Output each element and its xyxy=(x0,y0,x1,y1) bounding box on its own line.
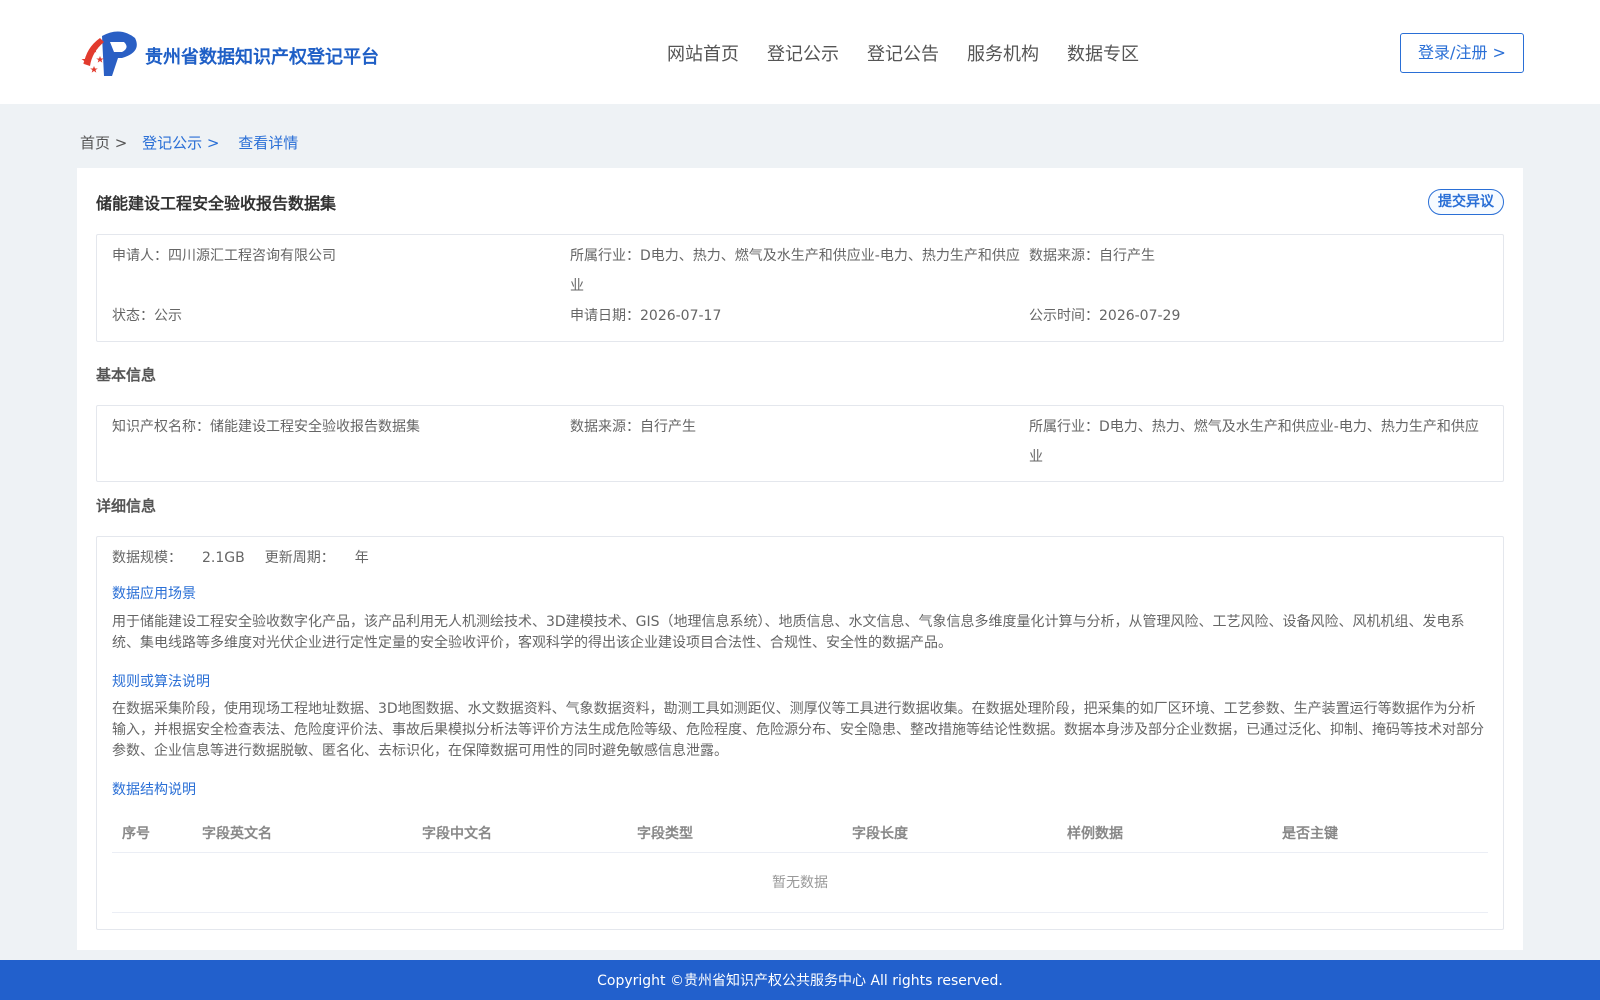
apply-date-field: 申请日期：2026-07-17 xyxy=(570,308,722,324)
table-empty-placeholder: 暂无数据 xyxy=(112,854,1488,913)
nav-registration-public[interactable]: 登记公示 xyxy=(767,40,839,66)
top-bar: 贵州省数据知识产权登记平台 网站首页 登记公示 登记公告 服务机构 数据专区 登… xyxy=(0,0,1600,104)
basic-info-box: 知识产权名称：储能建设工程安全验收报告数据集 数据来源：自行产生 所属行业：D电… xyxy=(96,405,1504,482)
column-field-length: 字段长度 xyxy=(852,826,908,842)
submit-objection-button[interactable]: 提交异议 xyxy=(1428,189,1504,215)
basic-source-value: 自行产生 xyxy=(640,419,696,435)
industry-field: 所属行业：D电力、热力、燃气及水生产和供应业-电力、热力生产和供应业 xyxy=(570,248,1020,294)
basic-source-field: 数据来源：自行产生 xyxy=(570,419,696,435)
column-index: 序号 xyxy=(122,826,150,842)
detail-info-heading: 详细信息 xyxy=(96,497,157,515)
basic-info-heading: 基本信息 xyxy=(96,366,157,384)
publish-time-value: 2026-07-29 xyxy=(1099,308,1181,324)
detail-info-box: 数据规模： 2.1GB 更新周期：年 数据应用场景 用于储能建设工程安全验收数字化产… xyxy=(96,536,1504,930)
status-field: 状态：公示 xyxy=(112,308,182,324)
breadcrumb-list[interactable]: 登记公示 > xyxy=(142,134,219,152)
source-field: 数据来源：自行产生 xyxy=(1029,248,1155,264)
breadcrumb-home[interactable]: 首页 > xyxy=(80,134,127,152)
scenario-heading: 数据应用场景 xyxy=(112,586,196,602)
structure-table-header: 序号 字段英文名 字段中文名 字段类型 字段长度 样例数据 是否主键 xyxy=(112,811,1488,853)
column-primary-key: 是否主键 xyxy=(1282,826,1338,842)
update-cycle: 更新周期：年 xyxy=(264,550,369,566)
summary-box: 申请人：四川源汇工程咨询有限公司 所属行业：D电力、热力、燃气及水生产和供应业-… xyxy=(96,234,1504,342)
apply-date-value: 2026-07-17 xyxy=(640,308,722,324)
breadcrumb: 首页 > 登记公示 > 查看详情 xyxy=(80,132,298,153)
algorithm-heading: 规则或算法说明 xyxy=(112,674,210,690)
nav-service-agencies[interactable]: 服务机构 xyxy=(967,40,1039,66)
source-value: 自行产生 xyxy=(1099,248,1155,264)
page-title: 储能建设工程安全验收报告数据集 xyxy=(96,194,337,213)
basic-industry-field: 所属行业：D电力、热力、燃气及水生产和供应业-电力、热力生产和供应业 xyxy=(1029,419,1479,465)
nav-registration-announcement[interactable]: 登记公告 xyxy=(867,40,939,66)
structure-heading: 数据结构说明 xyxy=(112,782,196,798)
scenario-text: 用于储能建设工程安全验收数字化产品，该产品利用无人机测绘技术、3D建模技术、GI… xyxy=(112,614,1465,651)
detail-card: 储能建设工程安全验收报告数据集 提交异议 申请人：四川源汇工程咨询有限公司 所属… xyxy=(77,168,1523,950)
algorithm-text: 在数据采集阶段，使用现场工程地址数据、3D地图数据、水文数据资料、气象数据资料，… xyxy=(112,701,1484,759)
footer-copyright: Copyright ©贵州省知识产权公共服务中心 All rights rese… xyxy=(0,960,1600,1000)
brand-title[interactable]: 贵州省数据知识产权登记平台 xyxy=(145,43,379,69)
column-chinese-name: 字段中文名 xyxy=(422,826,492,842)
applicant-field: 申请人：四川源汇工程咨询有限公司 xyxy=(112,248,336,264)
nav-data-zone[interactable]: 数据专区 xyxy=(1067,40,1139,66)
status-value: 公示 xyxy=(154,308,182,324)
ip-name-field: 知识产权名称：储能建设工程安全验收报告数据集 xyxy=(112,419,420,435)
column-field-type: 字段类型 xyxy=(637,826,693,842)
scale-cycle-line: 数据规模： 2.1GB 更新周期：年 xyxy=(112,547,369,567)
column-english-name: 字段英文名 xyxy=(202,826,272,842)
nav-home[interactable]: 网站首页 xyxy=(667,40,739,66)
breadcrumb-current: 查看详情 xyxy=(238,134,299,152)
ip-name-value: 储能建设工程安全验收报告数据集 xyxy=(210,419,420,435)
publish-time-field: 公示时间：2026-07-29 xyxy=(1029,308,1181,324)
login-register-button[interactable]: 登录/注册 > xyxy=(1400,33,1524,73)
applicant-value: 四川源汇工程咨询有限公司 xyxy=(168,248,336,264)
column-sample-data: 样例数据 xyxy=(1067,826,1123,842)
main-nav: 网站首页 登记公示 登记公告 服务机构 数据专区 xyxy=(667,40,1139,66)
platform-logo-icon[interactable] xyxy=(80,28,138,78)
data-scale: 数据规模： 2.1GB xyxy=(112,550,245,566)
